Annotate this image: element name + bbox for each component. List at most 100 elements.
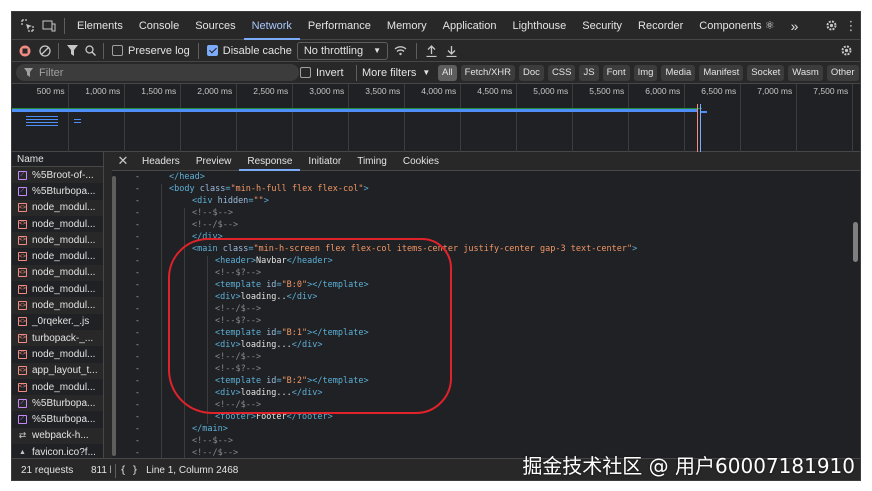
filter-chip-img[interactable]: Img: [633, 64, 658, 81]
code-line: - <!--/$-->: [112, 219, 850, 231]
more-tabs-button[interactable]: »: [783, 12, 807, 40]
inspect-element-icon[interactable]: [16, 19, 38, 32]
timeline-overview[interactable]: 500 ms 1,000 ms 1,500 ms 2,000 ms 2,500 ms 3,…: [12, 84, 860, 152]
script-file-icon: <>: [18, 268, 27, 278]
filter-chip-wasm[interactable]: Wasm: [788, 64, 823, 81]
name-column-header[interactable]: Name: [12, 152, 103, 167]
request-row[interactable]: ⇄ webpack-h...: [12, 427, 103, 445]
more-filters-dropdown[interactable]: More filters ▼: [362, 67, 430, 79]
detail-tab-response[interactable]: Response: [239, 152, 301, 171]
detail-tab-headers[interactable]: Headers: [134, 152, 188, 171]
filter-chip-socket[interactable]: Socket: [747, 64, 785, 81]
disable-cache-checkbox[interactable]: Disable cache: [206, 44, 292, 57]
request-row[interactable]: <> node_modul...: [12, 216, 103, 232]
code-token: </head>: [169, 172, 205, 182]
request-row[interactable]: <> node_modul...: [12, 281, 103, 297]
pretty-print-braces-icon[interactable]: { }: [120, 465, 138, 476]
request-row[interactable]: <> turbopack-_...: [12, 329, 103, 347]
tab-sources[interactable]: Sources: [187, 12, 243, 40]
request-row[interactable]: ⟋ %5Broot-of-...: [12, 167, 103, 184]
filter-funnel-icon[interactable]: [63, 45, 81, 56]
import-har-upload-icon[interactable]: [421, 44, 441, 57]
request-row[interactable]: <> node_modul...: [12, 232, 103, 249]
detail-tab-timing[interactable]: Timing: [349, 152, 395, 171]
request-row[interactable]: ⟋ %5Bturbopa...: [12, 183, 103, 199]
tab-performance[interactable]: Performance: [300, 12, 379, 40]
websocket-icon: ⇄: [18, 430, 27, 441]
filter-chip-all[interactable]: All: [438, 64, 457, 81]
more-options-icon[interactable]: ⋮: [842, 18, 860, 34]
code-token: >: [363, 184, 369, 194]
list-scrollbar[interactable]: [112, 176, 116, 456]
request-name: %5Bturbopa...: [32, 185, 96, 197]
request-row[interactable]: ⟋ %5Bturbopa...: [12, 395, 103, 412]
request-row[interactable]: <> node_modul...: [12, 379, 103, 395]
filter-chip-other[interactable]: Other: [826, 64, 859, 81]
request-row[interactable]: <> node_modul...: [12, 264, 103, 282]
network-settings-gear-icon[interactable]: [832, 44, 860, 57]
request-name: node_modul...: [32, 267, 96, 279]
request-row[interactable]: <> node_modul...: [12, 199, 103, 216]
request-row[interactable]: <> node_modul...: [12, 346, 103, 362]
timeline-gridline: [852, 84, 853, 152]
filter-chip-fetchxhr[interactable]: Fetch/XHR: [460, 64, 516, 81]
detail-tab-cookies[interactable]: Cookies: [395, 152, 447, 171]
filter-input[interactable]: Filter: [16, 64, 299, 81]
disable-cache-box[interactable]: [206, 45, 218, 56]
request-row[interactable]: <> app_layout_t...: [12, 362, 103, 379]
invert-box[interactable]: [300, 67, 311, 78]
tab-security[interactable]: Security: [574, 12, 630, 40]
line-gutter: -: [134, 340, 140, 350]
preserve-log-box[interactable]: [112, 45, 123, 56]
tab-memory[interactable]: Memory: [379, 12, 435, 40]
request-name: webpack-h...: [32, 430, 89, 442]
request-row[interactable]: <> node_modul...: [12, 248, 103, 264]
tab-network[interactable]: Network: [243, 12, 301, 40]
timeline-tick-label: 5,000 ms: [533, 86, 569, 96]
line-gutter: -: [134, 316, 140, 326]
request-name: node_modul...: [32, 300, 96, 312]
filter-chip-media[interactable]: Media: [661, 64, 696, 81]
disable-cache-label: Disable cache: [222, 44, 292, 57]
request-row[interactable]: <> _0rqeker._.js: [12, 314, 103, 330]
filter-chip-css[interactable]: CSS: [547, 64, 576, 81]
request-name: node_modul...: [32, 251, 96, 263]
line-gutter: -: [134, 412, 140, 422]
detail-tab-preview[interactable]: Preview: [188, 152, 240, 171]
document-file-icon: ⟋: [18, 170, 27, 180]
detail-tab-initiator[interactable]: Initiator: [300, 152, 349, 171]
main-tabs: Elements Console Sources Network Performance…: [69, 12, 783, 40]
request-name: node_modul...: [32, 202, 96, 214]
chevron-down-icon: ▼: [373, 46, 382, 55]
export-har-download-icon[interactable]: [441, 45, 461, 57]
tab-components[interactable]: Components ⚛: [691, 12, 782, 40]
filter-chip-doc[interactable]: Doc: [519, 64, 544, 81]
settings-gear-icon[interactable]: [820, 19, 842, 32]
timeline-tick-label: 3,500 ms: [365, 86, 401, 96]
tab-console[interactable]: Console: [131, 12, 187, 40]
invert-checkbox[interactable]: Invert: [300, 67, 344, 79]
separator: [356, 64, 357, 81]
throttling-select[interactable]: No throttling ▼: [296, 41, 389, 60]
request-row[interactable]: ⟋ %5Bturbopa...: [12, 411, 103, 427]
filter-chip-font[interactable]: Font: [602, 64, 630, 81]
tab-elements[interactable]: Elements: [69, 12, 131, 40]
clear-icon[interactable]: [36, 44, 54, 57]
code-vertical-scrollbar[interactable]: [853, 222, 858, 262]
preserve-log-checkbox[interactable]: Preserve log: [112, 45, 190, 57]
record-button-icon[interactable]: [14, 45, 36, 57]
network-conditions-wifi-icon[interactable]: [388, 45, 412, 56]
search-icon[interactable]: [81, 45, 99, 56]
line-gutter: -: [134, 400, 140, 410]
script-file-icon: <>: [18, 382, 27, 392]
filter-chip-js[interactable]: JS: [579, 64, 599, 81]
close-icon[interactable]: ✕: [112, 153, 134, 169]
request-row[interactable]: ▲ favicon.ico?f...: [12, 444, 103, 458]
device-toolbar-icon[interactable]: [38, 20, 60, 32]
tab-recorder[interactable]: Recorder: [630, 12, 691, 40]
filter-chip-manifest[interactable]: Manifest: [699, 64, 744, 81]
tab-lighthouse[interactable]: Lighthouse: [504, 12, 574, 40]
tab-application[interactable]: Application: [435, 12, 505, 40]
request-row[interactable]: <> node_modul...: [12, 297, 103, 314]
timeline-tick-label: 7,500 ms: [813, 86, 849, 96]
